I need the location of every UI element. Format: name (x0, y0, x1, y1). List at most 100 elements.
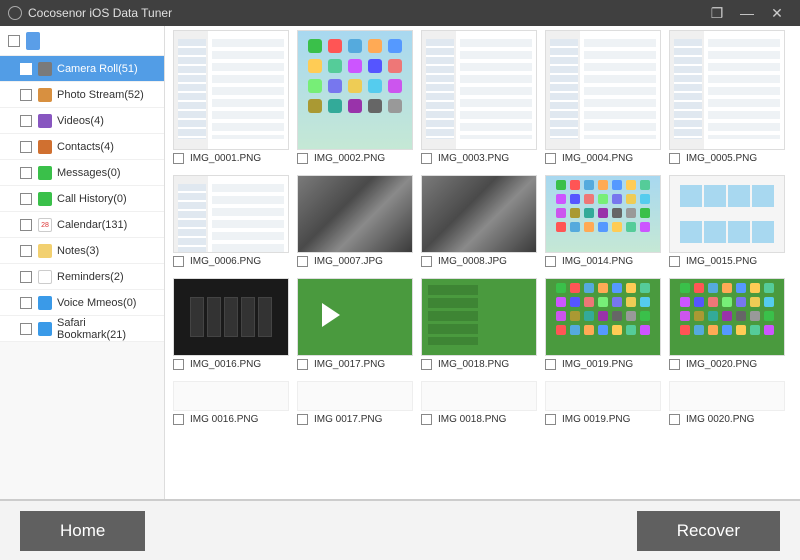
sidebar-item[interactable]: Call History(0) (0, 186, 164, 212)
file-card[interactable]: IMG_0019.PNG (545, 278, 661, 373)
restore-button[interactable]: ❐ (702, 0, 732, 26)
file-label-row: IMG_0019.PNG (545, 356, 661, 373)
category-checkbox[interactable] (20, 219, 32, 231)
file-card[interactable]: IMG_0001.PNG (173, 30, 289, 167)
file-name: IMG_0002.PNG (314, 153, 385, 164)
file-card[interactable]: IMG_0017.PNG (297, 278, 413, 373)
file-checkbox[interactable] (173, 414, 184, 425)
recover-button[interactable]: Recover (637, 511, 780, 551)
file-label-row: IMG_0014.PNG (545, 253, 661, 270)
file-card[interactable]: IMG_0015.PNG (669, 175, 785, 270)
main-area: Camera Roll(51)Photo Stream(52) Videos(4)… (0, 26, 800, 500)
file-card[interactable]: IMG_0004.PNG (545, 30, 661, 167)
file-checkbox[interactable] (545, 153, 556, 164)
thumbnail (173, 175, 289, 253)
thumbnail (421, 30, 537, 150)
file-checkbox[interactable] (297, 153, 308, 164)
category-checkbox[interactable] (20, 141, 32, 153)
thumbnail (297, 30, 413, 150)
thumbnail (669, 278, 785, 356)
file-checkbox[interactable] (545, 359, 556, 370)
category-checkbox[interactable] (20, 245, 32, 257)
file-label-row: IMG 0018.PNG (421, 411, 537, 428)
category-label: Calendar(131) (57, 219, 127, 231)
category-checkbox[interactable] (20, 167, 32, 179)
device-icon (26, 32, 40, 50)
category-checkbox[interactable] (20, 323, 32, 335)
category-label: Call History(0) (57, 193, 127, 205)
file-label-row: IMG_0015.PNG (669, 253, 785, 270)
file-checkbox[interactable] (545, 256, 556, 267)
file-name: IMG_0014.PNG (562, 256, 633, 267)
sidebar-item[interactable]: Camera Roll(51) (0, 56, 164, 82)
sidebar-item[interactable]: Reminders(2) (0, 264, 164, 290)
file-checkbox[interactable] (669, 359, 680, 370)
file-label-row: IMG_0002.PNG (297, 150, 413, 167)
file-checkbox[interactable] (669, 153, 680, 164)
file-card[interactable]: IMG_0007.JPG (297, 175, 413, 270)
category-checkbox[interactable] (20, 271, 32, 283)
category-checkbox[interactable] (20, 89, 32, 101)
thumbnail (545, 175, 661, 253)
file-name: IMG_0006.PNG (190, 256, 261, 267)
file-checkbox[interactable] (173, 256, 184, 267)
category-checkbox[interactable] (20, 115, 32, 127)
sidebar-item[interactable]: Notes(3) (0, 238, 164, 264)
file-checkbox[interactable] (421, 414, 432, 425)
device-checkbox[interactable] (8, 35, 20, 47)
close-button[interactable]: ✕ (762, 0, 792, 26)
file-checkbox[interactable] (297, 414, 308, 425)
file-name: IMG 0018.PNG (438, 414, 506, 425)
sidebar-item[interactable]: Photo Stream(52) (0, 82, 164, 108)
file-card[interactable]: IMG_0020.PNG (669, 278, 785, 373)
file-checkbox[interactable] (421, 359, 432, 370)
file-label-row: IMG_0020.PNG (669, 356, 785, 373)
device-row[interactable] (0, 26, 164, 56)
file-checkbox[interactable] (669, 414, 680, 425)
sidebar-item[interactable]: Voice Mmeos(0) (0, 290, 164, 316)
file-card[interactable]: IMG 0016.PNG (173, 381, 289, 428)
category-checkbox[interactable] (20, 297, 32, 309)
minimize-button[interactable]: — (732, 0, 762, 26)
sidebar-item[interactable]: Messages(0) (0, 160, 164, 186)
thumbnail (173, 278, 289, 356)
file-checkbox[interactable] (421, 153, 432, 164)
file-checkbox[interactable] (669, 256, 680, 267)
category-checkbox[interactable] (20, 193, 32, 205)
sidebar-item[interactable]: Safari Bookmark(21) (0, 316, 164, 342)
file-checkbox[interactable] (173, 359, 184, 370)
file-checkbox[interactable] (297, 359, 308, 370)
file-checkbox[interactable] (297, 256, 308, 267)
file-card[interactable]: IMG 0018.PNG (421, 381, 537, 428)
category-label: Videos(4) (57, 115, 104, 127)
file-card[interactable]: IMG_0014.PNG (545, 175, 661, 270)
sidebar-item[interactable]: Contacts(4) (0, 134, 164, 160)
file-label-row: IMG_0007.JPG (297, 253, 413, 270)
sidebar-item[interactable]: 28Calendar(131) (0, 212, 164, 238)
file-card[interactable]: IMG 0020.PNG (669, 381, 785, 428)
file-label-row: IMG 0016.PNG (173, 411, 289, 428)
sidebar-item[interactable]: Videos(4) (0, 108, 164, 134)
file-name: IMG 0016.PNG (190, 414, 258, 425)
home-button[interactable]: Home (20, 511, 145, 551)
file-card[interactable]: IMG_0018.PNG (421, 278, 537, 373)
file-card[interactable]: IMG 0017.PNG (297, 381, 413, 428)
file-checkbox[interactable] (421, 256, 432, 267)
file-name: IMG 0019.PNG (562, 414, 630, 425)
file-label-row: IMG 0019.PNG (545, 411, 661, 428)
file-checkbox[interactable] (545, 414, 556, 425)
file-label-row: IMG_0006.PNG (173, 253, 289, 270)
file-card[interactable]: IMG_0016.PNG (173, 278, 289, 373)
file-label-row: IMG_0018.PNG (421, 356, 537, 373)
file-card[interactable]: IMG_0005.PNG (669, 30, 785, 167)
file-card[interactable]: IMG_0006.PNG (173, 175, 289, 270)
file-checkbox[interactable] (173, 153, 184, 164)
category-icon (38, 140, 52, 154)
file-card[interactable]: IMG_0008.JPG (421, 175, 537, 270)
file-card[interactable]: IMG_0002.PNG (297, 30, 413, 167)
file-label-row: IMG_0017.PNG (297, 356, 413, 373)
file-name: IMG_0007.JPG (314, 256, 383, 267)
file-card[interactable]: IMG_0003.PNG (421, 30, 537, 167)
file-card[interactable]: IMG 0019.PNG (545, 381, 661, 428)
category-checkbox[interactable] (20, 63, 32, 75)
